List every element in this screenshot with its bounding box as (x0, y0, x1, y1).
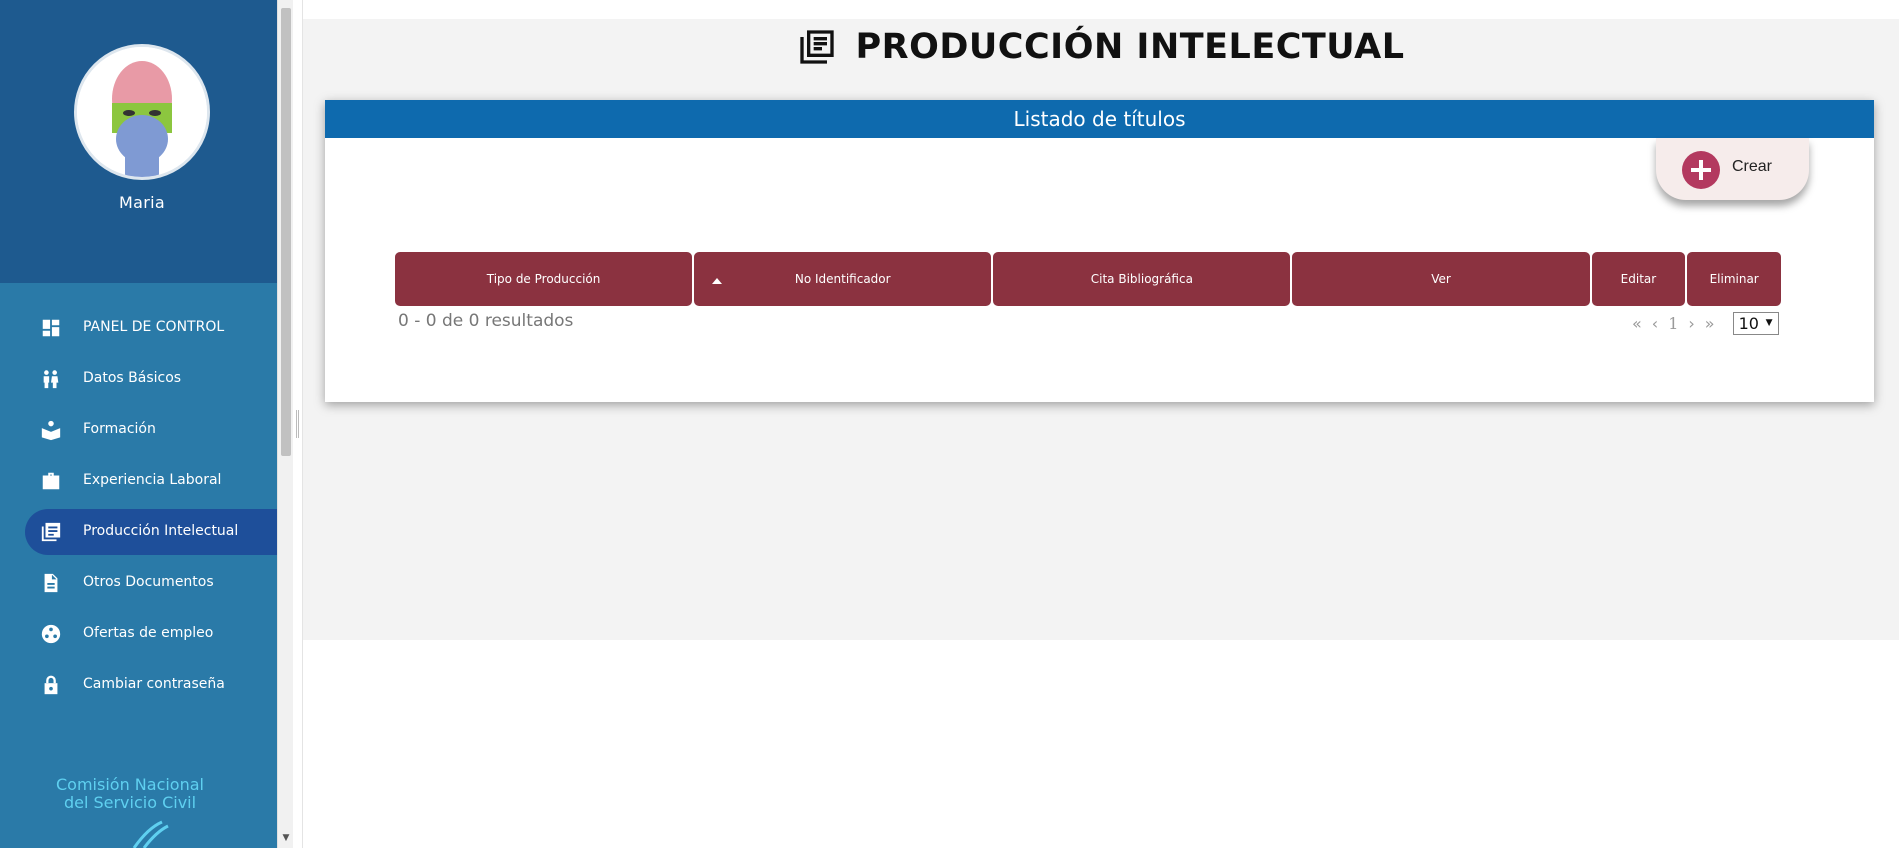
page-header: PRODUCCIÓN INTELECTUAL (303, 22, 1899, 72)
people-icon (43, 370, 59, 389)
create-button-label: Crear (1732, 158, 1773, 175)
card-header: Listado de títulos (325, 100, 1874, 138)
cnsc-logo: Comisión Nacional del Servicio Civil (40, 776, 220, 812)
avatar (74, 44, 210, 180)
column-header-ver[interactable]: Ver (1292, 252, 1590, 306)
sidebar-item-label: Experiencia Laboral (83, 472, 222, 488)
user-name: Maria (119, 193, 165, 212)
sidebar-item-label: Producción Intelectual (83, 523, 239, 539)
first-page-icon[interactable]: « (1632, 314, 1642, 333)
library-books-icon (800, 30, 835, 64)
sidebar-item-ofertas-de-empleo[interactable]: Ofertas de empleo (0, 611, 277, 657)
briefcase-icon (42, 472, 60, 490)
current-page-number[interactable]: 1 (1668, 314, 1678, 333)
sidebar-item-label: Cambiar contraseña (83, 676, 225, 692)
network-icon (41, 624, 61, 644)
sidebar-item-otros-documentos[interactable]: Otros Documentos (0, 560, 277, 606)
results-count: 0 - 0 de 0 resultados (398, 311, 574, 331)
logo-line-2: del Servicio Civil (63, 793, 197, 812)
sidebar-item-label: Ofertas de empleo (83, 625, 214, 641)
reading-book-icon (41, 420, 61, 441)
sidebar-nav: PANEL DE CONTROL Datos Básicos Formación… (0, 305, 277, 713)
lock-icon (44, 675, 58, 695)
sidebar-item-experiencia-laboral[interactable]: Experiencia Laboral (0, 458, 277, 504)
table-header-row: Tipo de Producción No Identificador Cita… (395, 252, 1782, 306)
chevron-down-icon: ▼ (1765, 318, 1773, 328)
sidebar-item-label: Datos Básicos (83, 370, 182, 386)
logo-line-1: Comisión Nacional (56, 775, 204, 794)
sidebar-scrollbar[interactable]: ▼ (277, 0, 293, 848)
sidebar-item-produccion-intelectual[interactable]: Producción Intelectual (25, 509, 277, 555)
titles-list-card: Listado de títulos Crear Tipo de Producc… (325, 100, 1874, 402)
dashboard-icon (42, 319, 60, 337)
page-title: PRODUCCIÓN INTELECTUAL (855, 27, 1405, 67)
document-icon (44, 573, 58, 593)
avatar-face-icon (77, 47, 207, 177)
panel-splitter-handle[interactable] (296, 410, 299, 438)
scroll-thumb[interactable] (281, 8, 291, 456)
column-header-no-identificador[interactable]: No Identificador (694, 252, 992, 306)
app-root: Maria PANEL DE CONTROL Datos Básicos For… (0, 0, 1899, 848)
sidebar: Maria PANEL DE CONTROL Datos Básicos For… (0, 0, 277, 848)
prev-page-icon[interactable]: ‹ (1652, 314, 1658, 333)
sidebar-item-label: Formación (83, 421, 156, 437)
column-header-label: No Identificador (794, 272, 891, 286)
sidebar-item-panel-de-control[interactable]: PANEL DE CONTROL (0, 305, 277, 351)
column-header-tipo-de-produccion[interactable]: Tipo de Producción (395, 252, 693, 306)
column-header-eliminar[interactable]: Eliminar (1687, 252, 1782, 306)
last-page-icon[interactable]: » (1705, 314, 1715, 333)
create-button[interactable]: Crear (1656, 138, 1809, 200)
sidebar-item-cambiar-contrasena[interactable]: Cambiar contraseña (0, 662, 277, 708)
scroll-down-arrow-icon[interactable]: ▼ (280, 832, 292, 844)
pagination: « ‹ 1 › » 10 ▼ (1632, 311, 1779, 335)
sidebar-item-formacion[interactable]: Formación (0, 407, 277, 453)
sort-asc-icon (712, 278, 723, 284)
sidebar-profile: Maria (0, 0, 277, 283)
plus-circle-icon (1682, 151, 1720, 189)
logo-swoosh-icon (132, 820, 169, 848)
sidebar-item-label: Otros Documentos (83, 574, 214, 590)
page-size-value: 10 (1738, 313, 1759, 333)
sidebar-item-label: PANEL DE CONTROL (83, 319, 225, 335)
sidebar-item-datos-basicos[interactable]: Datos Básicos (0, 356, 277, 402)
page-size-select[interactable]: 10 ▼ (1732, 311, 1779, 335)
column-header-cita-bibliografica[interactable]: Cita Bibliográfica (993, 252, 1291, 306)
library-books-icon (41, 522, 61, 542)
next-page-icon[interactable]: › (1688, 314, 1694, 333)
column-header-editar[interactable]: Editar (1591, 252, 1686, 306)
